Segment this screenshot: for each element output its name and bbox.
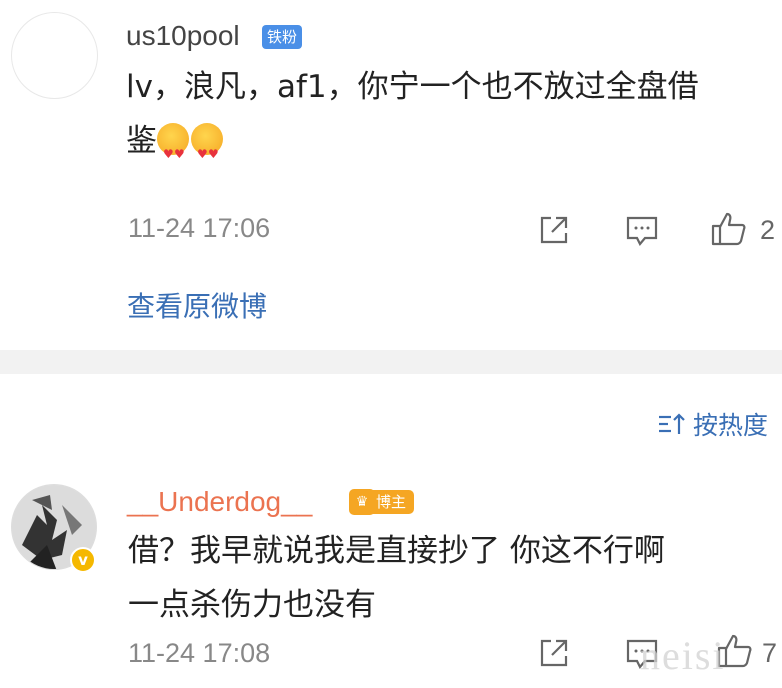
host-badge-label: 博主 (372, 490, 415, 514)
comment-timestamp: 11-24 17:08 (128, 638, 271, 668)
comment-text-line: 鉴 (126, 123, 157, 159)
comment-timestamp: 11-24 17:06 (128, 213, 271, 243)
heart-eyes-emoji-icon (157, 123, 189, 181)
comment-text-line: 借？我早就说我是直接抄了 你这不行啊 (128, 533, 665, 569)
share-icon[interactable] (537, 636, 571, 674)
like-count: 2 (760, 215, 776, 245)
like-icon[interactable] (710, 210, 748, 252)
comment-icon[interactable] (625, 215, 659, 251)
comment-username[interactable]: us10pool (126, 20, 240, 52)
share-icon[interactable] (537, 213, 571, 251)
watermark: neisi (640, 633, 726, 678)
comment-text-line: lv，浪凡，af1，你宁一个也不放过全盘借 (126, 69, 699, 105)
sort-by-hot-button[interactable]: 按热度 (657, 406, 768, 442)
avatar[interactable] (11, 12, 98, 99)
comment-text: 借？我早就说我是直接抄了 你这不行啊 一点杀伤力也没有 (128, 524, 768, 632)
comment-text-line: 一点杀伤力也没有 (128, 587, 376, 623)
sort-icon (658, 413, 685, 434)
comment-section: 按热度 v __Underdog__ ♛ 博主 借？我早就说我是直接抄了 你这不… (0, 374, 782, 688)
section-divider (0, 350, 782, 374)
comment-username[interactable]: __Underdog__ (127, 486, 312, 518)
fan-badge: 铁粉 (262, 25, 303, 49)
comment-text-line-2: 鉴 (126, 114, 225, 181)
sort-label: 按热度 (692, 411, 768, 440)
host-badge: ♛ 博主 (349, 489, 415, 515)
comment-item: us10pool 铁粉 lv，浪凡，af1，你宁一个也不放过全盘借 鉴 11-2… (0, 0, 782, 350)
heart-eyes-emoji-icon (191, 123, 223, 181)
verified-icon: v (70, 547, 96, 573)
view-original-link[interactable]: 查看原微博 (127, 285, 267, 325)
like-count: 7 (762, 638, 778, 668)
comment-text: lv，浪凡，af1，你宁一个也不放过全盘借 (126, 60, 766, 114)
